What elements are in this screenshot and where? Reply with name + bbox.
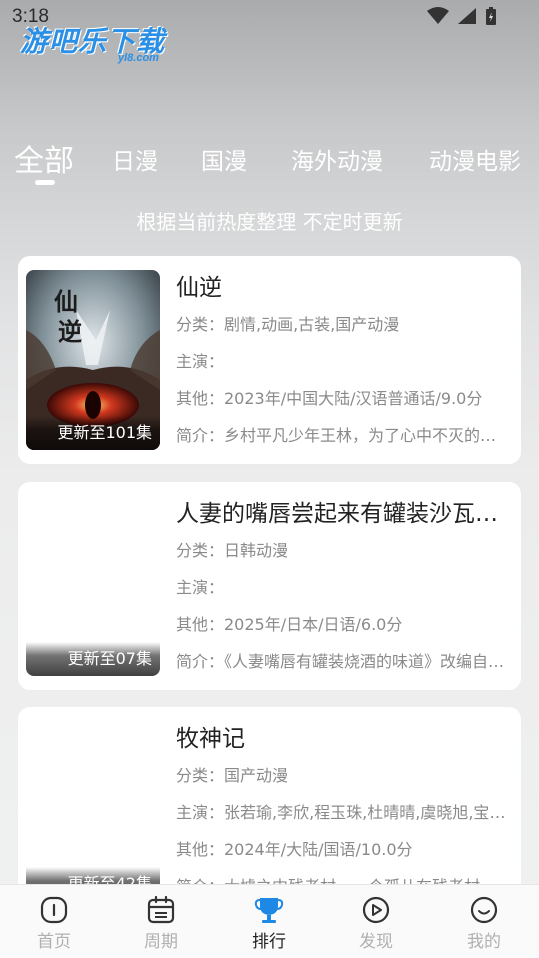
tab-anime-movies[interactable]: 动漫电影: [429, 142, 521, 176]
play-circle-icon: [362, 896, 390, 924]
anime-other: 其他：2023年/中国大陆/汉语普通话/9.0分: [176, 389, 483, 408]
brand-logo: 游吧乐下载 yl8.com: [20, 20, 190, 66]
anime-cast: 主演：: [176, 352, 225, 371]
nav-home[interactable]: 首页: [24, 895, 84, 952]
anime-info: 牧神记 分类：国产动漫 主演：张若瑜,李欣,程玉珠,杜晴晴,虞晓旭,宝木中阳 其…: [176, 721, 512, 905]
active-tab-indicator: [35, 180, 55, 185]
tab-all[interactable]: 全部: [14, 136, 74, 180]
signal-icon: [458, 8, 476, 24]
category-tabs: 全部 日漫 国漫 海外动漫 动漫电影: [0, 136, 539, 186]
nav-profile[interactable]: 我的: [454, 895, 514, 952]
calendar-icon: [147, 895, 175, 924]
tab-chinese-anime[interactable]: 国漫: [201, 142, 247, 176]
trophy-icon: [254, 898, 284, 923]
episode-badge: 更新至101集: [26, 416, 160, 450]
anime-card[interactable]: 仙 逆 更新至101集 仙逆 分类：剧情,动画,古装,国产动漫 主演： 其他：2…: [18, 256, 521, 464]
anime-other: 其他：2025年/日本/日语/6.0分: [176, 615, 403, 634]
nav-label: 首页: [37, 932, 71, 952]
logo-sub: yl8.com: [118, 52, 159, 64]
anime-info: 仙逆 分类：剧情,动画,古装,国产动漫 主演： 其他：2023年/中国大陆/汉语…: [176, 270, 512, 454]
bottom-nav: 首页 周期 排行 发现 我的: [0, 884, 539, 958]
nav-label: 周期: [144, 932, 178, 952]
anime-card[interactable]: 更新至07集 人妻的嘴唇尝起来有罐装沙瓦的味道 分类：日韩动漫 主演： 其他：2…: [18, 482, 521, 690]
battery-icon: [486, 7, 496, 25]
anime-category: 分类：国产动漫: [176, 766, 289, 785]
nav-schedule[interactable]: 周期: [131, 895, 191, 952]
svg-text:仙: 仙: [54, 287, 78, 316]
anime-title[interactable]: 牧神记: [176, 721, 512, 757]
tab-japanese-anime[interactable]: 日漫: [112, 142, 158, 176]
anime-info: 人妻的嘴唇尝起来有罐装沙瓦的味道 分类：日韩动漫 主演： 其他：2025年/日本…: [176, 496, 512, 680]
anime-category: 分类：日韩动漫: [176, 541, 289, 560]
episode-badge: 更新至07集: [26, 642, 160, 676]
poster-image[interactable]: 仙 逆 更新至101集: [26, 270, 160, 450]
anime-other: 其他：2024年/大陆/国语/10.0分: [176, 840, 413, 859]
nav-label: 我的: [467, 932, 501, 952]
svg-text:逆: 逆: [58, 317, 82, 346]
wifi-icon: [427, 7, 449, 24]
anime-title[interactable]: 仙逆: [176, 270, 512, 306]
anime-cast: 主演：张若瑜,李欣,程玉珠,杜晴晴,虞晓旭,宝木中阳: [176, 803, 512, 822]
nav-label: 排行: [252, 932, 286, 952]
poster-image[interactable]: 更新至07集: [26, 496, 160, 676]
nav-discover[interactable]: 发现: [346, 895, 406, 952]
tab-overseas-anime[interactable]: 海外动漫: [291, 142, 383, 176]
anime-cast: 主演：: [176, 578, 225, 597]
smile-icon: [470, 896, 498, 924]
nav-label: 发现: [359, 932, 393, 952]
poster-image[interactable]: 更新至42集: [26, 721, 160, 901]
nav-ranking[interactable]: 排行: [239, 895, 299, 952]
status-icons: [427, 6, 497, 26]
anime-category: 分类：剧情,动画,古装,国产动漫: [176, 315, 400, 334]
home-icon: [40, 896, 68, 924]
anime-title[interactable]: 人妻的嘴唇尝起来有罐装沙瓦的味道: [176, 496, 512, 532]
anime-intro: 简介：乡村平凡少年王林，为了心中不灭的执念，踏上修仙之路: [176, 426, 512, 445]
ranking-subtitle: 根据当前热度整理 不定时更新: [136, 210, 403, 234]
anime-intro: 简介：《人妻嘴唇有罐装烧酒的味道》改编自同名漫画: [176, 652, 512, 671]
